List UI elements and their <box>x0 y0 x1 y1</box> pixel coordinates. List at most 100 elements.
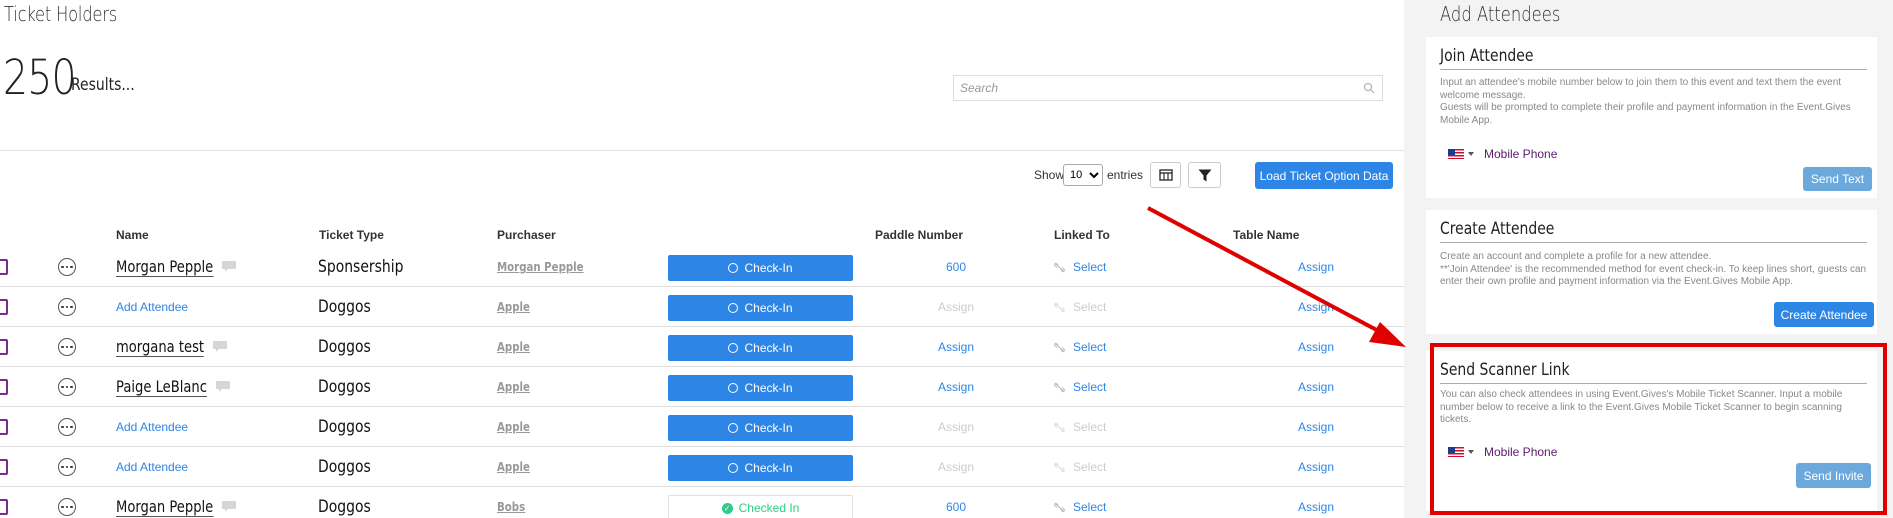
linked-to-select[interactable]: Select <box>1054 380 1106 394</box>
page-title: Ticket Holders <box>4 2 118 26</box>
check-in-button[interactable]: Check-In <box>668 335 853 361</box>
check-in-button[interactable]: Check-In <box>668 455 853 481</box>
attendee-name[interactable]: morgana test <box>116 337 205 357</box>
purchaser-link[interactable]: Apple <box>497 340 530 354</box>
ticket-type: Sponsership <box>318 257 404 277</box>
linked-to-select[interactable]: Select <box>1054 340 1106 354</box>
chat-icon[interactable] <box>221 260 237 273</box>
chat-icon[interactable] <box>212 340 228 353</box>
search-icon[interactable] <box>1363 82 1375 94</box>
circle-icon <box>728 383 739 393</box>
circle-icon <box>728 263 739 273</box>
circle-icon <box>728 463 739 473</box>
send-text-button[interactable]: Send Text <box>1803 167 1872 191</box>
table-name-assign[interactable]: Assign <box>1298 380 1334 394</box>
ticket-holders-panel: Ticket Holders 250 Results... Show 10 en… <box>0 0 1404 518</box>
table-row: Add Attendee Doggos Apple Check-In Assign Sel… <box>0 287 1404 327</box>
column-header-name[interactable]: Name <box>116 228 149 242</box>
purchaser-link[interactable]: Apple <box>497 420 530 434</box>
linked-to-select[interactable]: Select <box>1054 500 1106 514</box>
more-options-icon[interactable] <box>58 378 76 396</box>
check-in-label: Check-In <box>744 421 793 435</box>
send-invite-button[interactable]: Send Invite <box>1796 463 1871 488</box>
column-header-table-name[interactable]: Table Name <box>1233 228 1299 242</box>
more-options-icon[interactable] <box>58 298 76 316</box>
show-label: Show <box>1034 168 1065 182</box>
table-name-assign[interactable]: Assign <box>1298 340 1334 354</box>
row-checkbox[interactable] <box>0 339 8 355</box>
paddle-number[interactable]: 600 <box>920 260 992 274</box>
row-checkbox[interactable] <box>0 299 8 315</box>
attendee-name[interactable]: Morgan Pepple <box>116 497 214 517</box>
paddle-number[interactable]: Assign <box>920 380 992 394</box>
columns-button[interactable] <box>1150 162 1181 188</box>
mobile-phone-input[interactable]: Mobile Phone <box>1484 445 1557 459</box>
check-in-button[interactable]: Check-In <box>668 255 853 281</box>
purchaser-link[interactable]: Apple <box>497 460 530 474</box>
create-attendee-button[interactable]: Create Attendee <box>1774 302 1874 327</box>
more-options-icon[interactable] <box>58 258 76 276</box>
chevron-down-icon[interactable] <box>1468 450 1474 454</box>
chat-icon[interactable] <box>215 380 231 393</box>
chat-icon[interactable] <box>221 500 237 513</box>
table-name-assign[interactable]: Assign <box>1298 300 1334 314</box>
mobile-phone-input[interactable]: Mobile Phone <box>1484 147 1557 161</box>
column-header-purchaser[interactable]: Purchaser <box>497 228 556 242</box>
purchaser-link[interactable]: Bobs <box>497 500 525 514</box>
table-name-assign[interactable]: Assign <box>1298 500 1334 514</box>
us-flag-icon[interactable] <box>1448 149 1464 159</box>
attendee-name[interactable]: Paige LeBlanc <box>116 377 207 397</box>
check-in-label: Check-In <box>744 381 793 395</box>
search-input[interactable] <box>954 76 1382 100</box>
join-phone-field[interactable]: Mobile Phone <box>1448 147 1557 161</box>
table-row: Add Attendee Doggos Apple Check-In Assign Sel… <box>0 407 1404 447</box>
entries-select[interactable]: 10 <box>1063 164 1103 186</box>
paddle-number[interactable]: 600 <box>920 500 992 514</box>
more-options-icon[interactable] <box>58 338 76 356</box>
more-options-icon[interactable] <box>58 458 76 476</box>
chevron-down-icon[interactable] <box>1468 152 1474 156</box>
check-in-button[interactable]: Check-In <box>668 415 853 441</box>
load-ticket-option-data-button[interactable]: Load Ticket Option Data <box>1255 162 1393 189</box>
check-in-button[interactable]: Check-In <box>668 295 853 321</box>
table-row: Morgan Pepple Sponsership Morgan Pepple Che… <box>0 247 1404 287</box>
table-name-assign[interactable]: Assign <box>1298 420 1334 434</box>
attendee-name[interactable]: Morgan Pepple <box>116 257 214 277</box>
check-in-button[interactable]: Check-In <box>668 375 853 401</box>
more-options-icon[interactable] <box>58 418 76 436</box>
paddle-number[interactable]: Assign <box>920 340 992 354</box>
column-header-paddle-number[interactable]: Paddle Number <box>875 228 963 242</box>
unlink-icon <box>1054 262 1069 273</box>
add-attendee-link[interactable]: Add Attendee <box>116 300 188 314</box>
us-flag-icon[interactable] <box>1448 447 1464 457</box>
results-label: Results... <box>71 75 135 95</box>
row-checkbox[interactable] <box>0 459 8 475</box>
purchaser-link[interactable]: Morgan Pepple <box>497 260 584 274</box>
add-attendee-link[interactable]: Add Attendee <box>116 420 188 434</box>
linked-to-select: Select <box>1054 460 1106 474</box>
create-attendee-description: Create an account and complete a profile… <box>1440 251 1869 289</box>
column-header-ticket-type[interactable]: Ticket Type <box>319 228 384 242</box>
checked-in-button[interactable]: ✓ Checked In <box>668 495 853 518</box>
row-checkbox[interactable] <box>0 499 8 515</box>
table-row: Add Attendee Doggos Apple Check-In Assign Sel… <box>0 447 1404 487</box>
divider <box>0 150 1404 151</box>
filter-button[interactable] <box>1188 162 1221 188</box>
search-box[interactable] <box>953 75 1383 101</box>
table-name-assign[interactable]: Assign <box>1298 260 1334 274</box>
more-options-icon[interactable] <box>58 498 76 516</box>
column-header-linked-to[interactable]: Linked To <box>1054 228 1110 242</box>
linked-to-label: Select <box>1073 460 1107 474</box>
ticket-type: Doggos <box>318 457 371 477</box>
row-checkbox[interactable] <box>0 379 8 395</box>
purchaser-link[interactable]: Apple <box>497 380 530 394</box>
row-checkbox[interactable] <box>0 259 8 275</box>
check-in-label: Check-In <box>744 261 793 275</box>
linked-to-select[interactable]: Select <box>1054 260 1106 274</box>
scanner-phone-field[interactable]: Mobile Phone <box>1448 445 1557 459</box>
add-attendee-link[interactable]: Add Attendee <box>116 460 188 474</box>
ticket-type: Doggos <box>318 377 371 397</box>
purchaser-link[interactable]: Apple <box>497 300 530 314</box>
row-checkbox[interactable] <box>0 419 8 435</box>
table-name-assign[interactable]: Assign <box>1298 460 1334 474</box>
